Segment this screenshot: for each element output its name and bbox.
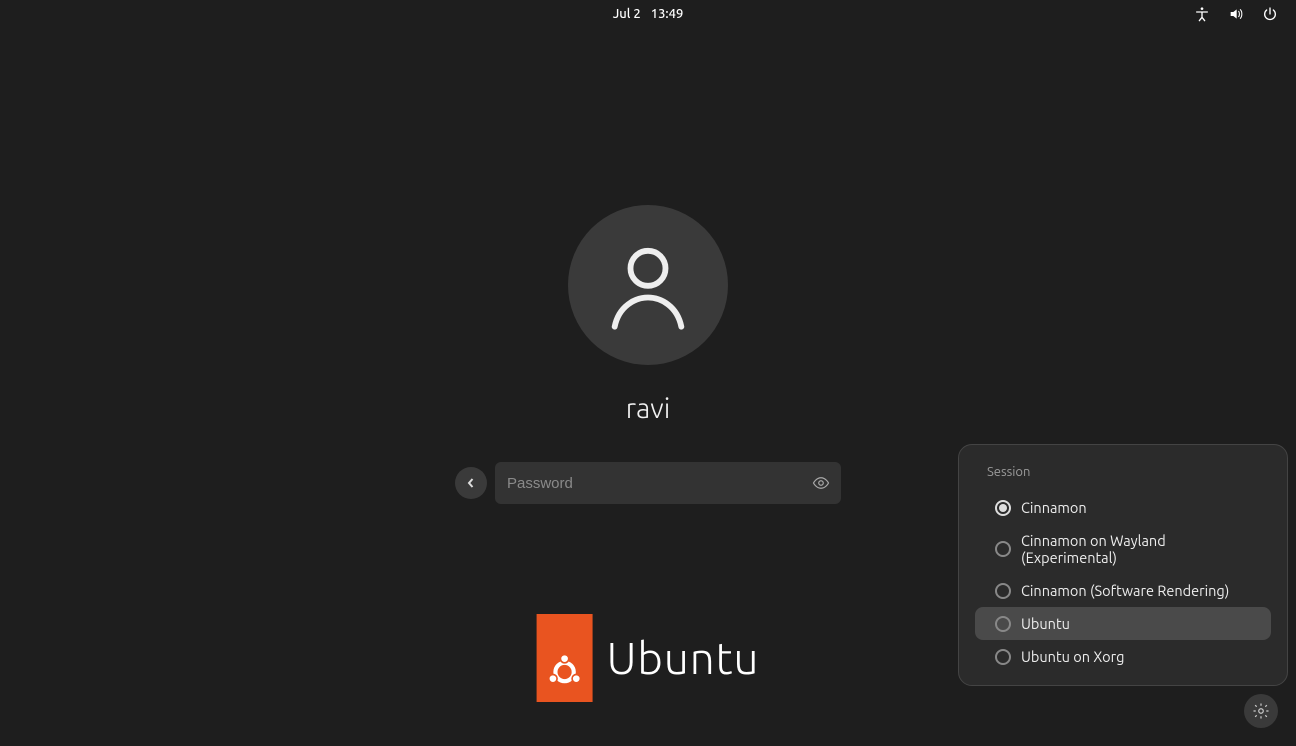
session-option-label: Ubuntu on Xorg: [1021, 648, 1124, 665]
time-label: 13:49: [651, 7, 684, 21]
password-input[interactable]: [495, 462, 801, 504]
session-option[interactable]: Ubuntu: [975, 607, 1271, 640]
session-option[interactable]: Cinnamon (Software Rendering): [975, 574, 1271, 607]
radio-icon: [995, 500, 1011, 516]
password-field-wrapper: [495, 462, 841, 504]
user-avatar: [568, 205, 728, 365]
ubuntu-wordmark: Ubuntu: [607, 634, 760, 683]
session-option[interactable]: Ubuntu on Xorg: [975, 640, 1271, 673]
accessibility-icon[interactable]: [1194, 6, 1210, 22]
radio-icon: [995, 583, 1011, 599]
session-option-label: Cinnamon (Software Rendering): [1021, 582, 1229, 599]
session-option[interactable]: Cinnamon on Wayland (Experimental): [975, 524, 1271, 574]
show-password-icon[interactable]: [801, 474, 841, 492]
username-label: ravi: [626, 393, 671, 424]
session-option-label: Cinnamon on Wayland (Experimental): [1021, 532, 1251, 566]
datetime[interactable]: Jul 2 13:49: [613, 7, 684, 21]
session-option-label: Cinnamon: [1021, 499, 1087, 516]
volume-icon[interactable]: [1228, 6, 1244, 22]
login-area: ravi: [455, 205, 841, 504]
session-selector-button[interactable]: [1244, 694, 1278, 728]
session-menu-title: Session: [967, 465, 1279, 491]
date-label: Jul 2: [613, 7, 641, 21]
radio-icon: [995, 649, 1011, 665]
radio-icon: [995, 616, 1011, 632]
session-option-label: Ubuntu: [1021, 615, 1070, 632]
password-row: [455, 462, 841, 504]
session-menu: Session Cinnamon Cinnamon on Wayland (Exp…: [958, 444, 1288, 686]
back-button[interactable]: [455, 467, 487, 499]
ubuntu-logo-icon: [537, 614, 593, 702]
ubuntu-branding: Ubuntu: [537, 614, 760, 702]
top-bar: Jul 2 13:49: [0, 0, 1296, 28]
radio-icon: [995, 541, 1011, 557]
session-option[interactable]: Cinnamon: [975, 491, 1271, 524]
power-icon[interactable]: [1262, 6, 1278, 22]
system-tray: [1194, 0, 1278, 28]
